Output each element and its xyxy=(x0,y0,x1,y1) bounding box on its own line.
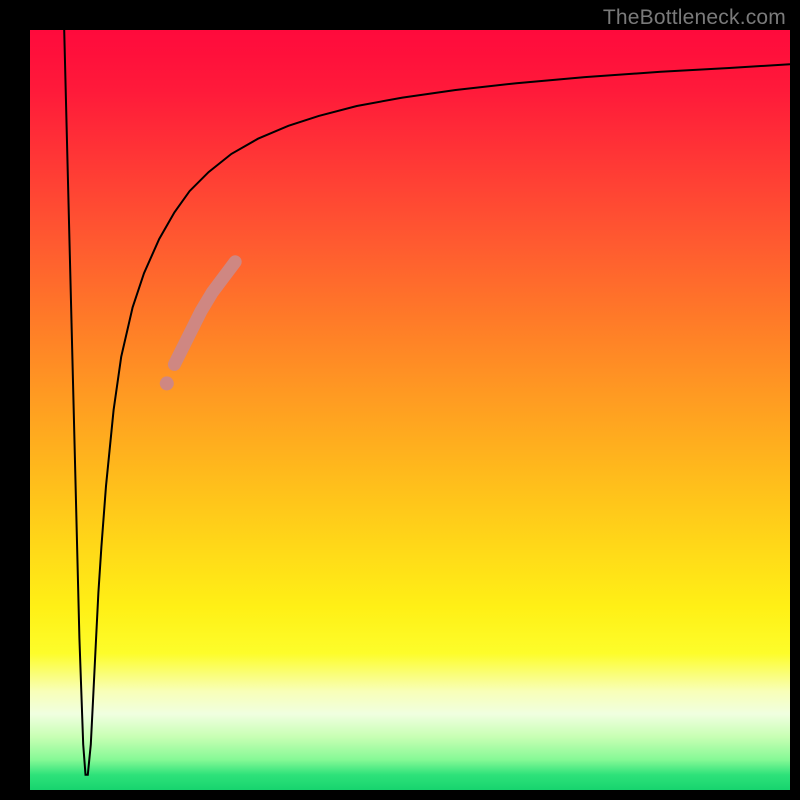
highlight-dot xyxy=(160,376,174,390)
curve-svg xyxy=(30,30,790,790)
watermark-text: TheBottleneck.com xyxy=(603,6,786,30)
plot-area xyxy=(30,30,790,790)
highlight-segment xyxy=(174,262,235,365)
bottleneck-curve xyxy=(64,30,790,775)
chart-frame: TheBottleneck.com xyxy=(0,0,800,800)
